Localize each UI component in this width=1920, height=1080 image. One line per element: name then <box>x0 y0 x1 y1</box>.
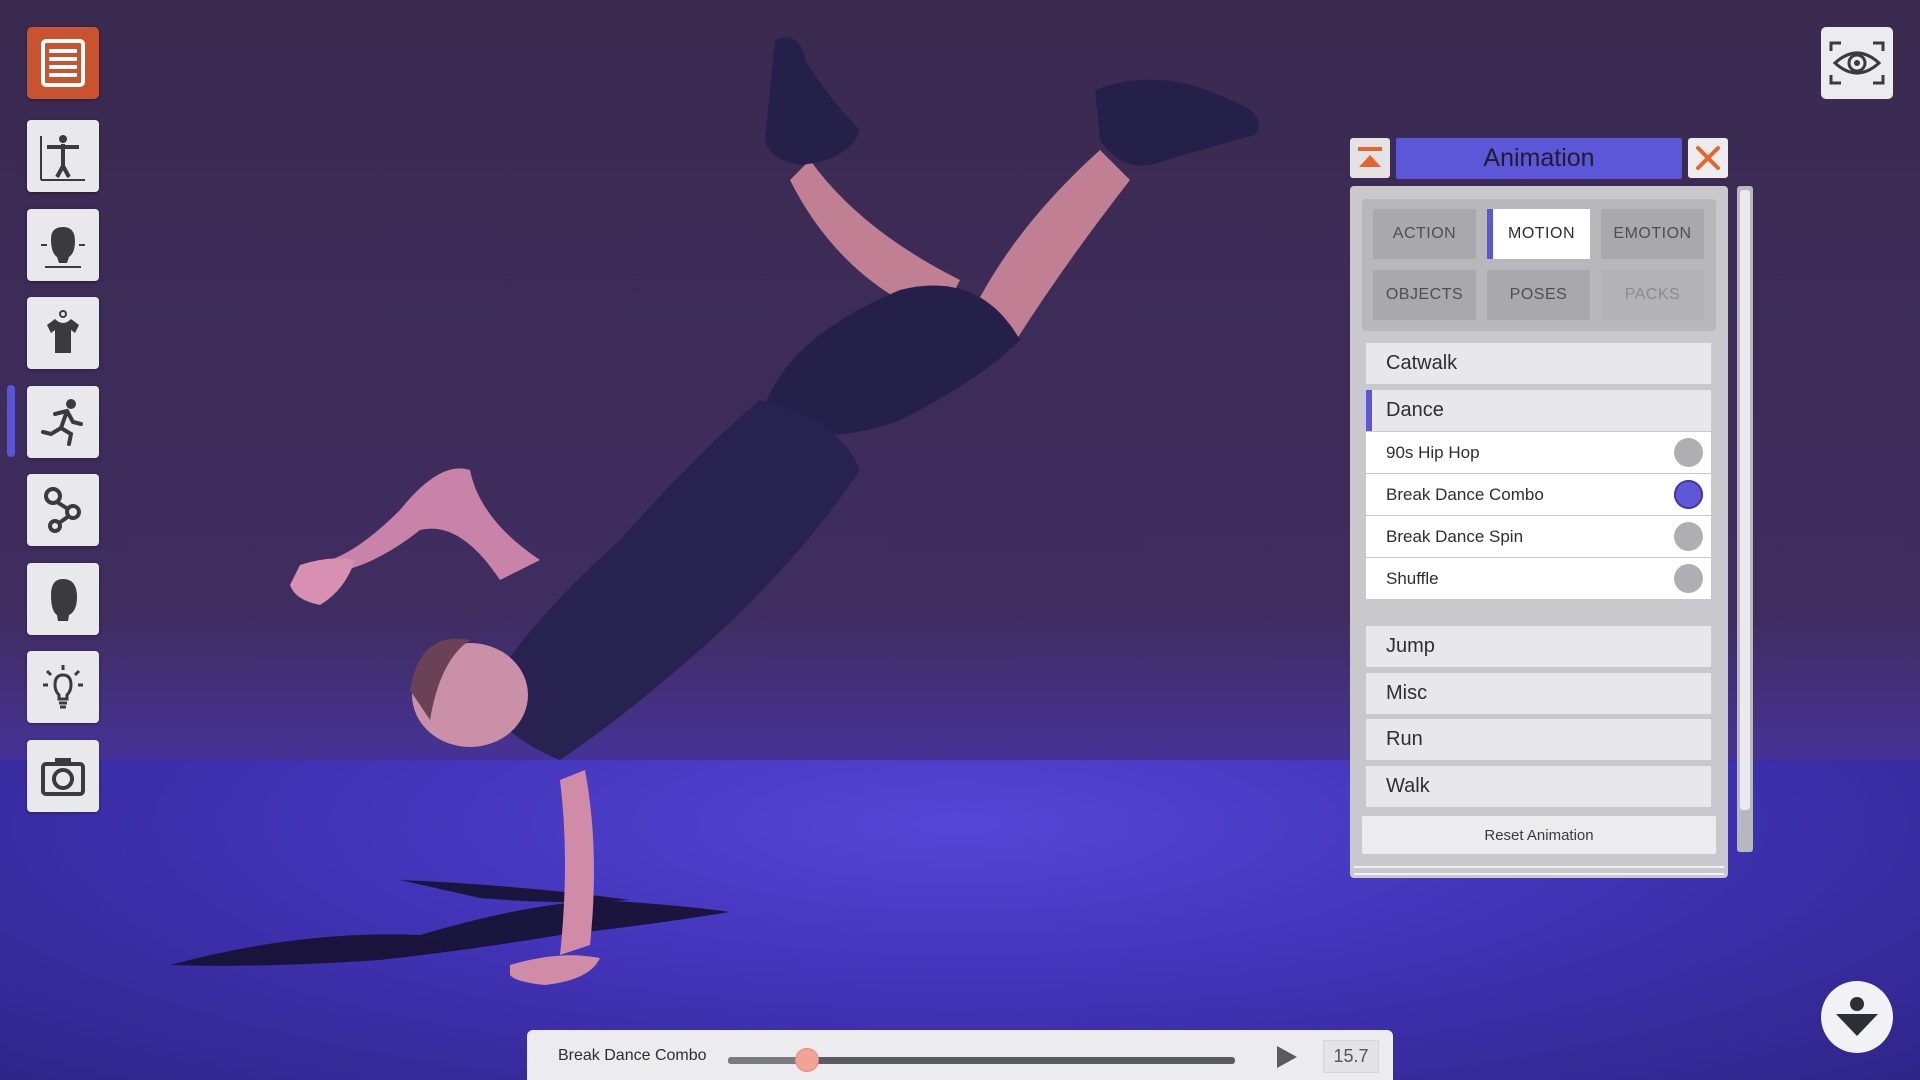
tab-motion[interactable]: MOTION <box>1487 209 1590 259</box>
play-icon[interactable] <box>1273 1044 1299 1070</box>
collapse-panel-button[interactable] <box>1350 138 1390 178</box>
panel-title: Animation <box>1396 138 1682 179</box>
radio-button[interactable] <box>1674 438 1703 467</box>
radio-button-selected[interactable] <box>1674 480 1703 509</box>
body-proportions-button[interactable] <box>27 120 99 192</box>
head-button[interactable] <box>27 563 99 635</box>
panel-resize-handle[interactable] <box>1354 866 1724 875</box>
list-item-break-dance-spin[interactable]: Break Dance Spin <box>1366 516 1711 557</box>
list-item-label: Shuffle <box>1386 568 1439 588</box>
animation-runner-icon <box>41 399 83 446</box>
menu-icon <box>41 39 85 87</box>
body-proportions-icon <box>40 135 85 181</box>
list-item-label: 90s Hip Hop <box>1386 442 1480 462</box>
tab-emotion[interactable]: EMOTION <box>1601 209 1704 259</box>
list-item-shuffle[interactable]: Shuffle <box>1366 558 1711 599</box>
category-jump[interactable]: Jump <box>1366 626 1711 667</box>
playback-slider[interactable] <box>728 1049 1235 1071</box>
scrollbar-thumb[interactable] <box>1740 190 1750 810</box>
head-proportions-button[interactable] <box>27 209 99 281</box>
category-catwalk[interactable]: Catwalk <box>1366 343 1711 384</box>
download-button[interactable] <box>1821 981 1893 1053</box>
view-toggle-button[interactable] <box>1821 27 1893 99</box>
head-proportions-icon <box>41 227 85 268</box>
eye-icon <box>1829 41 1885 85</box>
collapse-up-icon <box>1358 147 1382 167</box>
head-icon <box>51 579 77 621</box>
playback-time[interactable]: 15.7 <box>1323 1040 1379 1073</box>
animation-button[interactable] <box>27 386 99 458</box>
close-icon <box>1696 146 1720 170</box>
playback-slider-handle[interactable] <box>795 1049 818 1071</box>
lighting-icon <box>43 665 83 709</box>
category-run[interactable]: Run <box>1366 719 1711 760</box>
download-icon <box>1836 997 1878 1036</box>
tab-packs: PACKS <box>1601 270 1704 320</box>
joints-button[interactable] <box>27 474 99 546</box>
list-item-break-dance-combo[interactable]: Break Dance Combo <box>1366 474 1711 515</box>
playback-bar: Break Dance Combo 15.7 <box>527 1030 1393 1080</box>
category-misc[interactable]: Misc <box>1366 673 1711 714</box>
category-dance[interactable]: Dance <box>1366 390 1711 431</box>
list-item-90s-hip-hop[interactable]: 90s Hip Hop <box>1366 432 1711 473</box>
list-item-label: Break Dance Combo <box>1386 484 1544 504</box>
joints-icon <box>44 487 81 533</box>
clothing-icon <box>47 310 79 353</box>
tab-poses[interactable]: POSES <box>1487 270 1590 320</box>
list-item-label: Break Dance Spin <box>1386 526 1524 546</box>
clothing-button[interactable] <box>27 297 99 369</box>
category-walk[interactable]: Walk <box>1366 766 1711 807</box>
lighting-button[interactable] <box>27 651 99 723</box>
close-panel-button[interactable] <box>1688 138 1728 178</box>
tab-objects[interactable]: OBJECTS <box>1373 270 1476 320</box>
panel-scrollbar[interactable] <box>1737 186 1753 852</box>
playback-progress-fill <box>728 1057 807 1064</box>
toolbar-active-indicator <box>7 385 15 457</box>
camera-icon <box>41 758 85 796</box>
menu-button[interactable] <box>27 27 99 99</box>
tab-action[interactable]: ACTION <box>1373 209 1476 259</box>
reset-animation-button[interactable]: Reset Animation <box>1362 816 1716 854</box>
camera-button[interactable] <box>27 740 99 812</box>
playback-animation-name: Break Dance Combo <box>558 1047 707 1064</box>
radio-button[interactable] <box>1674 564 1703 593</box>
radio-button[interactable] <box>1674 522 1703 551</box>
